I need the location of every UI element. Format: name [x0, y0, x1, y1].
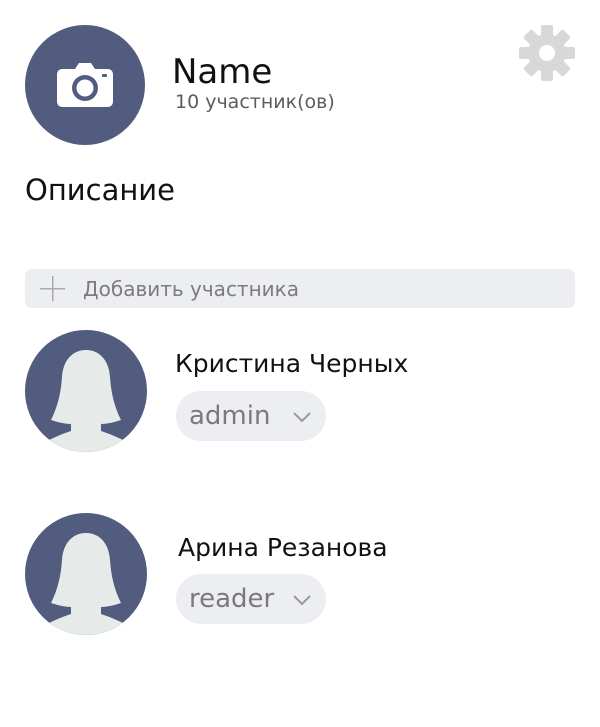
group-description: Описание [25, 173, 175, 207]
gear-icon [519, 25, 575, 81]
add-member-label: Добавить участника [83, 276, 299, 301]
role-value: admin [189, 401, 271, 431]
member-count: 10 участник(ов) [175, 91, 335, 113]
settings-button[interactable] [518, 24, 576, 82]
add-member-button[interactable]: Добавить участника [25, 269, 575, 308]
group-info-page: Name 10 участник(ов) Описание Добавить у… [0, 0, 600, 727]
plus-icon [40, 276, 65, 301]
member-name: Кристина Черных [175, 349, 409, 378]
member-avatar[interactable] [25, 330, 147, 452]
group-name: Name [172, 52, 273, 92]
chevron-down-icon [290, 404, 314, 428]
user-silhouette-icon [45, 533, 127, 635]
member-avatar[interactable] [25, 513, 147, 635]
member-name: Арина Резанова [178, 533, 388, 562]
group-avatar[interactable] [25, 25, 145, 145]
user-silhouette-icon [45, 350, 127, 452]
role-dropdown[interactable]: reader [176, 574, 326, 624]
chevron-down-icon [290, 587, 314, 611]
role-dropdown[interactable]: admin [176, 391, 326, 441]
role-value: reader [189, 584, 275, 614]
camera-icon [57, 63, 113, 107]
